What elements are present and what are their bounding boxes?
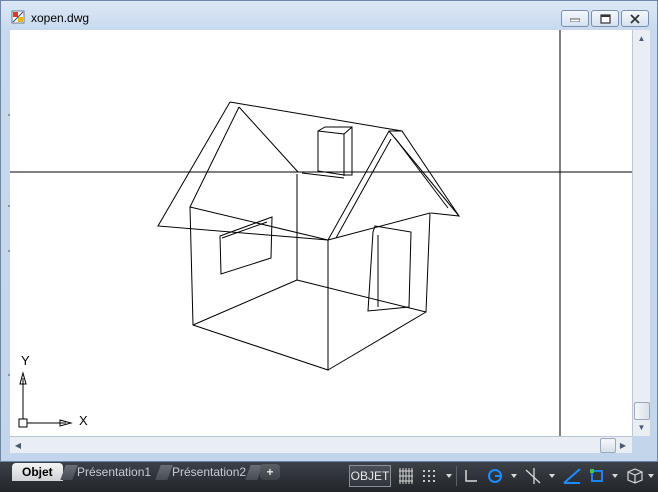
title-bar[interactable]: xopen.dwg — [1, 1, 657, 31]
close-icon — [630, 13, 640, 24]
3d-dropdown-icon[interactable] — [648, 474, 654, 478]
osnap-tracking-button[interactable] — [524, 466, 542, 486]
roof-line — [394, 137, 449, 209]
tracking-dropdown-icon[interactable] — [549, 474, 555, 478]
isodraft-button[interactable] — [563, 466, 581, 486]
divider — [456, 466, 457, 486]
restore-icon — [599, 13, 611, 24]
roof-line — [189, 106, 240, 208]
tab-presentation2[interactable]: Présentation2 — [162, 463, 256, 481]
roof-line — [238, 106, 299, 173]
polar-button[interactable] — [486, 466, 504, 486]
dwg-file-icon — [11, 10, 25, 24]
vertical-scroll-thumb[interactable] — [634, 402, 650, 420]
model-space-button[interactable]: OBJET — [349, 465, 391, 487]
horizontal-scroll-thumb[interactable] — [600, 438, 616, 453]
minimize-button[interactable] — [561, 10, 589, 27]
minimize-icon — [570, 18, 580, 22]
polar-dropdown-icon[interactable] — [511, 474, 517, 478]
isodraft-icon — [563, 468, 581, 484]
house-drawing — [10, 30, 632, 436]
window-outline — [221, 221, 268, 239]
house-wall-line — [192, 174, 298, 326]
grid-icon — [399, 468, 413, 484]
vertical-scrollbar[interactable]: ▲ ▼ — [632, 30, 650, 436]
drawing-viewport[interactable]: Y X — [10, 30, 632, 436]
restore-button[interactable] — [591, 10, 619, 27]
object-snap-button[interactable] — [588, 466, 606, 486]
3d-view-button[interactable] — [626, 466, 644, 486]
scroll-down-arrow-icon[interactable]: ▼ — [633, 419, 650, 435]
scroll-up-arrow-icon[interactable]: ▲ — [633, 30, 650, 46]
ucs-icon — [18, 371, 73, 428]
tab-objet[interactable]: Objet — [12, 463, 63, 481]
window-outline — [219, 216, 273, 275]
scroll-left-arrow-icon[interactable]: ◀ — [10, 437, 26, 453]
door-outline — [367, 225, 412, 312]
status-bar: Objet Présentation1 Présentation2 + OBJE… — [0, 462, 658, 492]
osnap-dropdown-icon[interactable] — [612, 474, 618, 478]
grid-button[interactable] — [397, 466, 415, 486]
ucs-x-label: X — [79, 413, 88, 428]
object-snap-icon — [590, 469, 603, 482]
ortho-icon — [465, 470, 477, 482]
snap-dropdown-icon[interactable] — [446, 474, 452, 478]
osnap-tracking-icon — [525, 468, 541, 484]
polar-icon — [488, 469, 502, 483]
close-button[interactable] — [621, 10, 649, 27]
ucs-y-label: Y — [21, 353, 30, 368]
house-wall-line — [189, 206, 329, 371]
snap-icon — [423, 470, 435, 482]
ortho-button[interactable] — [462, 466, 480, 486]
tab-presentation1[interactable]: Présentation1 — [67, 463, 161, 481]
scroll-right-arrow-icon[interactable]: ▶ — [615, 437, 631, 453]
chimney-outline — [317, 126, 353, 176]
3d-view-icon — [627, 468, 643, 484]
horizontal-scrollbar[interactable]: ◀ ▶ — [10, 436, 632, 453]
add-layout-button[interactable]: + — [260, 464, 280, 480]
window-title: xopen.dwg — [31, 11, 90, 25]
snap-button[interactable] — [420, 466, 438, 486]
